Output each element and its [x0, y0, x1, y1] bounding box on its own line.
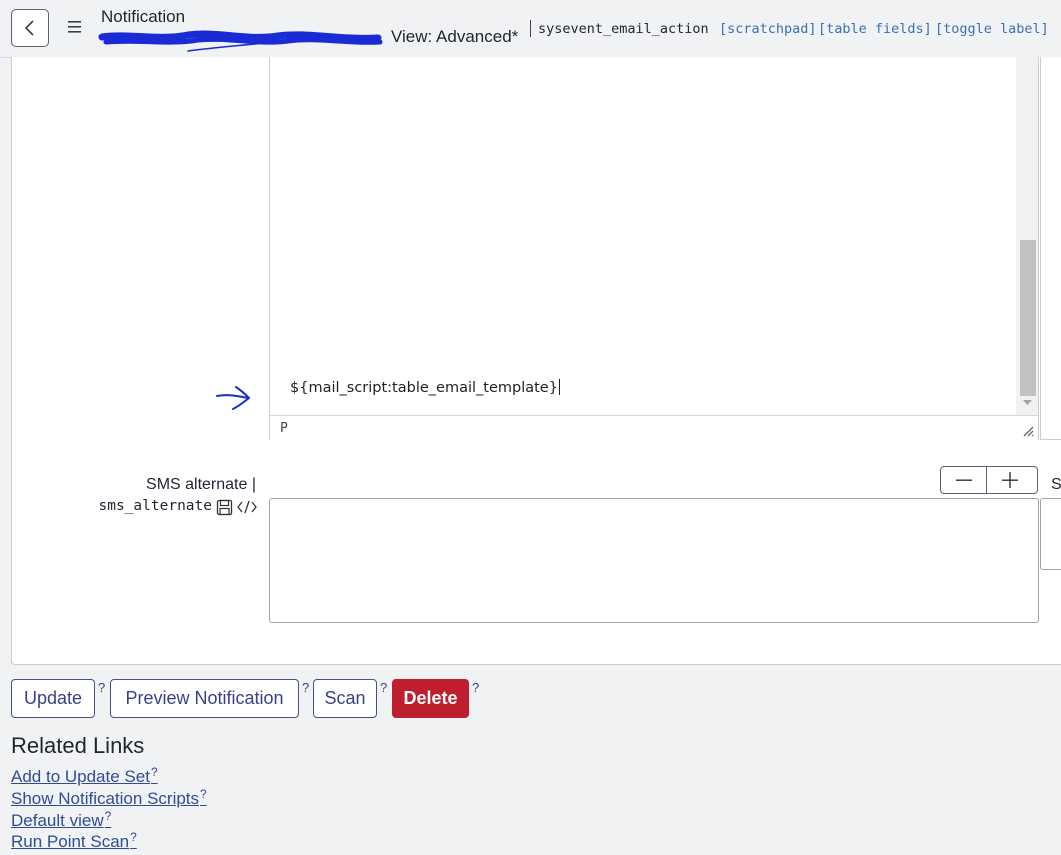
link-text[interactable]: Default view: [11, 811, 104, 830]
show-notification-scripts-link[interactable]: Show Notification Scripts?: [11, 787, 207, 809]
scan-help-icon[interactable]: ?: [380, 680, 387, 695]
html-editor[interactable]: ${mail_script:table_email_template} P: [269, 57, 1039, 440]
help-icon[interactable]: ?: [151, 765, 158, 779]
table-fields-link[interactable]: [table fields]: [818, 21, 932, 37]
toggle-label-link[interactable]: [toggle label]: [935, 21, 1049, 37]
delete-help-icon[interactable]: ?: [472, 680, 479, 695]
grow-button[interactable]: [987, 467, 1037, 493]
plus-icon: [1002, 472, 1018, 488]
help-icon[interactable]: ?: [105, 809, 112, 823]
editor-content-area[interactable]: ${mail_script:table_email_template}: [270, 57, 1015, 415]
view-label: View: Advanced*: [391, 27, 519, 46]
element-path-label[interactable]: P: [280, 421, 288, 436]
hamburger-menu-icon[interactable]: [67, 20, 83, 34]
shrink-button[interactable]: [941, 467, 986, 493]
redaction-scribble: [98, 30, 383, 52]
handwritten-arrow-icon: [216, 386, 251, 410]
editor-statusbar: P: [270, 415, 1038, 440]
help-icon[interactable]: ?: [200, 787, 207, 801]
editor-text-line[interactable]: ${mail_script:table_email_template}: [290, 379, 560, 396]
link-text[interactable]: Run Point Scan: [11, 832, 129, 851]
minus-icon: [956, 479, 972, 481]
form-header: Notification View: Advanced* sysevent_em…: [0, 0, 1061, 58]
sms-alternate-label: SMS alternate |: [146, 476, 256, 493]
text-caret: [558, 379, 560, 395]
chevron-left-icon: [24, 20, 34, 36]
preview-notification-button[interactable]: Preview Notification: [110, 679, 299, 718]
link-text[interactable]: Show Notification Scripts: [11, 789, 199, 808]
adjacent-field-label: S: [1051, 476, 1061, 493]
preview-help-icon[interactable]: ?: [302, 680, 309, 695]
table-name: sysevent_email_action: [538, 21, 709, 37]
back-button[interactable]: [11, 9, 49, 47]
adjacent-panel-edge: [1040, 57, 1061, 440]
add-to-update-set-link[interactable]: Add to Update Set?: [11, 765, 158, 787]
update-button[interactable]: Update: [11, 679, 95, 718]
save-icon[interactable]: [216, 499, 233, 516]
textarea-size-stepper: [940, 466, 1038, 494]
header-divider: [530, 20, 531, 37]
scroll-down-arrow-icon[interactable]: [1023, 400, 1032, 406]
update-help-icon[interactable]: ?: [98, 680, 105, 695]
sms-alternate-textarea[interactable]: [269, 498, 1039, 623]
code-icon[interactable]: [237, 500, 257, 514]
default-view-link[interactable]: Default view?: [11, 809, 111, 831]
run-point-scan-link[interactable]: Run Point Scan?: [11, 830, 137, 852]
resize-handle-icon[interactable]: [1022, 425, 1034, 437]
help-icon[interactable]: ?: [130, 830, 137, 844]
mail-script-token: ${mail_script:table_email_template}: [290, 380, 558, 396]
sms-alternate-field-name: sms_alternate: [98, 498, 213, 514]
scratchpad-link[interactable]: [scratchpad]: [719, 21, 817, 37]
form-title: Notification: [101, 7, 186, 26]
link-text[interactable]: Add to Update Set: [11, 767, 150, 786]
scan-button[interactable]: Scan: [313, 679, 377, 718]
scrollbar-thumb[interactable]: [1020, 240, 1036, 396]
editor-scrollbar[interactable]: [1016, 57, 1038, 415]
delete-button[interactable]: Delete: [392, 679, 469, 718]
adjacent-field-edge: [1040, 498, 1061, 570]
related-links-heading: Related Links: [11, 733, 145, 758]
